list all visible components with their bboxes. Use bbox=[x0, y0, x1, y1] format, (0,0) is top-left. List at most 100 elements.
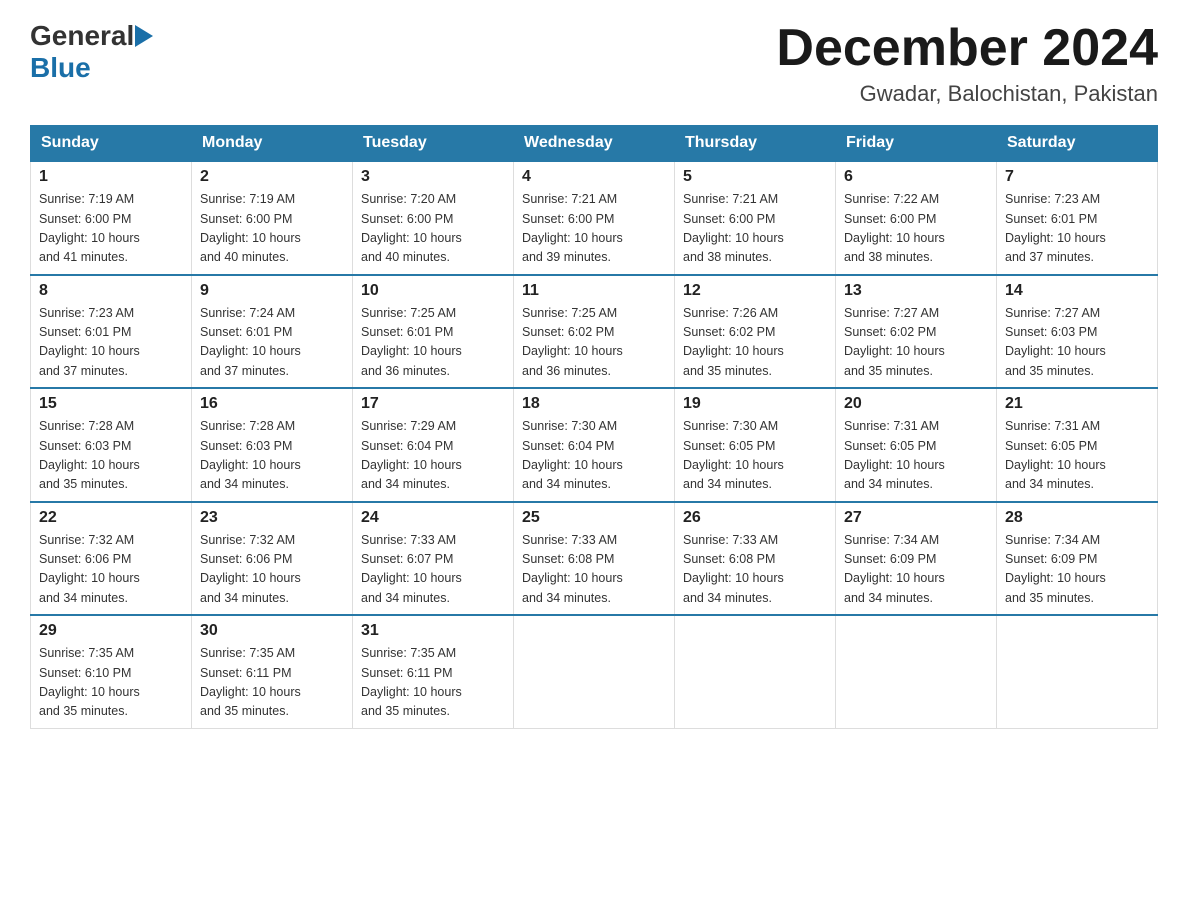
title-block: December 2024 Gwadar, Balochistan, Pakis… bbox=[776, 20, 1158, 107]
day-number: 26 bbox=[683, 509, 827, 527]
calendar-cell: 11 Sunrise: 7:25 AMSunset: 6:02 PMDayligh… bbox=[514, 275, 675, 389]
calendar-cell: 10Sunrise: 7:25 AMSunset: 6:01 PMDayligh… bbox=[353, 275, 514, 389]
calendar-cell: 24Sunrise: 7:33 AMSunset: 6:07 PMDayligh… bbox=[353, 502, 514, 616]
day-number: 5 bbox=[683, 168, 827, 186]
day-info: Sunrise: 7:25 AMSunset: 6:02 PMDaylight:… bbox=[522, 304, 666, 382]
calendar-cell: 28 Sunrise: 7:34 AMSunset: 6:09 PMDayligh… bbox=[997, 502, 1158, 616]
calendar-cell: 22 Sunrise: 7:32 AMSunset: 6:06 PMDayligh… bbox=[31, 502, 192, 616]
calendar-cell: 9Sunrise: 7:24 AMSunset: 6:01 PMDaylight… bbox=[192, 275, 353, 389]
day-info: Sunrise: 7:19 AMSunset: 6:00 PMDaylight:… bbox=[200, 190, 344, 268]
calendar-table: SundayMondayTuesdayWednesdayThursdayFrid… bbox=[30, 125, 1158, 729]
logo-blue-text: Blue bbox=[30, 52, 91, 83]
logo-arrow bbox=[135, 25, 153, 47]
calendar-cell bbox=[836, 615, 997, 728]
calendar-header-friday: Friday bbox=[836, 126, 997, 162]
calendar-cell: 30Sunrise: 7:35 AMSunset: 6:11 PMDayligh… bbox=[192, 615, 353, 728]
calendar-header-monday: Monday bbox=[192, 126, 353, 162]
logo-general-text: General bbox=[30, 20, 134, 52]
day-info: Sunrise: 7:20 AMSunset: 6:00 PMDaylight:… bbox=[361, 190, 505, 268]
calendar-cell: 6 Sunrise: 7:22 AMSunset: 6:00 PMDaylight… bbox=[836, 161, 997, 275]
day-number: 31 bbox=[361, 622, 505, 640]
day-info: Sunrise: 7:21 AMSunset: 6:00 PMDaylight:… bbox=[683, 190, 827, 268]
calendar-week-row: 8 Sunrise: 7:23 AMSunset: 6:01 PMDaylight… bbox=[31, 275, 1158, 389]
day-number: 14 bbox=[1005, 282, 1149, 300]
calendar-cell: 7Sunrise: 7:23 AMSunset: 6:01 PMDaylight… bbox=[997, 161, 1158, 275]
calendar-cell: 5 Sunrise: 7:21 AMSunset: 6:00 PMDaylight… bbox=[675, 161, 836, 275]
calendar-cell: 23 Sunrise: 7:32 AMSunset: 6:06 PMDayligh… bbox=[192, 502, 353, 616]
calendar-cell: 31 Sunrise: 7:35 AMSunset: 6:11 PMDayligh… bbox=[353, 615, 514, 728]
calendar-header-thursday: Thursday bbox=[675, 126, 836, 162]
day-info: Sunrise: 7:22 AMSunset: 6:00 PMDaylight:… bbox=[844, 190, 988, 268]
calendar-cell bbox=[675, 615, 836, 728]
day-info: Sunrise: 7:31 AMSunset: 6:05 PMDaylight:… bbox=[844, 417, 988, 495]
day-info: Sunrise: 7:32 AMSunset: 6:06 PMDaylight:… bbox=[200, 531, 344, 609]
day-number: 25 bbox=[522, 509, 666, 527]
day-info: Sunrise: 7:32 AMSunset: 6:06 PMDaylight:… bbox=[39, 531, 183, 609]
calendar-header-tuesday: Tuesday bbox=[353, 126, 514, 162]
calendar-cell: 17 Sunrise: 7:29 AMSunset: 6:04 PMDayligh… bbox=[353, 388, 514, 502]
day-number: 6 bbox=[844, 168, 988, 186]
day-number: 17 bbox=[361, 395, 505, 413]
day-number: 27 bbox=[844, 509, 988, 527]
day-number: 15 bbox=[39, 395, 183, 413]
day-number: 21 bbox=[1005, 395, 1149, 413]
calendar-header-row: SundayMondayTuesdayWednesdayThursdayFrid… bbox=[31, 126, 1158, 162]
calendar-week-row: 29 Sunrise: 7:35 AMSunset: 6:10 PMDayligh… bbox=[31, 615, 1158, 728]
day-number: 23 bbox=[200, 509, 344, 527]
calendar-cell bbox=[514, 615, 675, 728]
calendar-cell: 4 Sunrise: 7:21 AMSunset: 6:00 PMDaylight… bbox=[514, 161, 675, 275]
calendar-header-saturday: Saturday bbox=[997, 126, 1158, 162]
day-number: 18 bbox=[522, 395, 666, 413]
calendar-cell: 27 Sunrise: 7:34 AMSunset: 6:09 PMDayligh… bbox=[836, 502, 997, 616]
calendar-week-row: 15 Sunrise: 7:28 AMSunset: 6:03 PMDayligh… bbox=[31, 388, 1158, 502]
calendar-cell: 14Sunrise: 7:27 AMSunset: 6:03 PMDayligh… bbox=[997, 275, 1158, 389]
calendar-cell: 29 Sunrise: 7:35 AMSunset: 6:10 PMDayligh… bbox=[31, 615, 192, 728]
day-number: 1 bbox=[39, 168, 183, 186]
calendar-cell: 18 Sunrise: 7:30 AMSunset: 6:04 PMDayligh… bbox=[514, 388, 675, 502]
day-info: Sunrise: 7:31 AMSunset: 6:05 PMDaylight:… bbox=[1005, 417, 1149, 495]
day-info: Sunrise: 7:29 AMSunset: 6:04 PMDaylight:… bbox=[361, 417, 505, 495]
day-info: Sunrise: 7:33 AMSunset: 6:08 PMDaylight:… bbox=[683, 531, 827, 609]
day-number: 20 bbox=[844, 395, 988, 413]
day-number: 24 bbox=[361, 509, 505, 527]
day-number: 29 bbox=[39, 622, 183, 640]
calendar-cell bbox=[997, 615, 1158, 728]
day-info: Sunrise: 7:28 AMSunset: 6:03 PMDaylight:… bbox=[39, 417, 183, 495]
day-number: 3 bbox=[361, 168, 505, 186]
day-info: Sunrise: 7:19 AMSunset: 6:00 PMDaylight:… bbox=[39, 190, 183, 268]
day-info: Sunrise: 7:26 AMSunset: 6:02 PMDaylight:… bbox=[683, 304, 827, 382]
day-number: 13 bbox=[844, 282, 988, 300]
day-info: Sunrise: 7:30 AMSunset: 6:05 PMDaylight:… bbox=[683, 417, 827, 495]
location-title: Gwadar, Balochistan, Pakistan bbox=[776, 81, 1158, 107]
calendar-header-sunday: Sunday bbox=[31, 126, 192, 162]
day-number: 22 bbox=[39, 509, 183, 527]
day-info: Sunrise: 7:35 AMSunset: 6:11 PMDaylight:… bbox=[361, 644, 505, 722]
calendar-cell: 1 Sunrise: 7:19 AMSunset: 6:00 PMDaylight… bbox=[31, 161, 192, 275]
day-info: Sunrise: 7:30 AMSunset: 6:04 PMDaylight:… bbox=[522, 417, 666, 495]
day-info: Sunrise: 7:27 AMSunset: 6:02 PMDaylight:… bbox=[844, 304, 988, 382]
calendar-cell: 3 Sunrise: 7:20 AMSunset: 6:00 PMDaylight… bbox=[353, 161, 514, 275]
calendar-cell: 13 Sunrise: 7:27 AMSunset: 6:02 PMDayligh… bbox=[836, 275, 997, 389]
day-info: Sunrise: 7:34 AMSunset: 6:09 PMDaylight:… bbox=[1005, 531, 1149, 609]
calendar-cell: 19 Sunrise: 7:30 AMSunset: 6:05 PMDayligh… bbox=[675, 388, 836, 502]
day-number: 4 bbox=[522, 168, 666, 186]
calendar-cell: 15 Sunrise: 7:28 AMSunset: 6:03 PMDayligh… bbox=[31, 388, 192, 502]
calendar-cell: 12Sunrise: 7:26 AMSunset: 6:02 PMDayligh… bbox=[675, 275, 836, 389]
calendar-cell: 20 Sunrise: 7:31 AMSunset: 6:05 PMDayligh… bbox=[836, 388, 997, 502]
calendar-cell: 25Sunrise: 7:33 AMSunset: 6:08 PMDayligh… bbox=[514, 502, 675, 616]
month-title: December 2024 bbox=[776, 20, 1158, 77]
day-info: Sunrise: 7:21 AMSunset: 6:00 PMDaylight:… bbox=[522, 190, 666, 268]
day-info: Sunrise: 7:34 AMSunset: 6:09 PMDaylight:… bbox=[844, 531, 988, 609]
logo: General Blue bbox=[30, 20, 153, 84]
day-number: 19 bbox=[683, 395, 827, 413]
day-info: Sunrise: 7:23 AMSunset: 6:01 PMDaylight:… bbox=[39, 304, 183, 382]
day-number: 11 bbox=[522, 282, 666, 300]
calendar-week-row: 22 Sunrise: 7:32 AMSunset: 6:06 PMDayligh… bbox=[31, 502, 1158, 616]
day-info: Sunrise: 7:35 AMSunset: 6:10 PMDaylight:… bbox=[39, 644, 183, 722]
day-number: 9 bbox=[200, 282, 344, 300]
day-number: 30 bbox=[200, 622, 344, 640]
calendar-cell: 8 Sunrise: 7:23 AMSunset: 6:01 PMDaylight… bbox=[31, 275, 192, 389]
day-number: 10 bbox=[361, 282, 505, 300]
day-number: 8 bbox=[39, 282, 183, 300]
day-number: 28 bbox=[1005, 509, 1149, 527]
